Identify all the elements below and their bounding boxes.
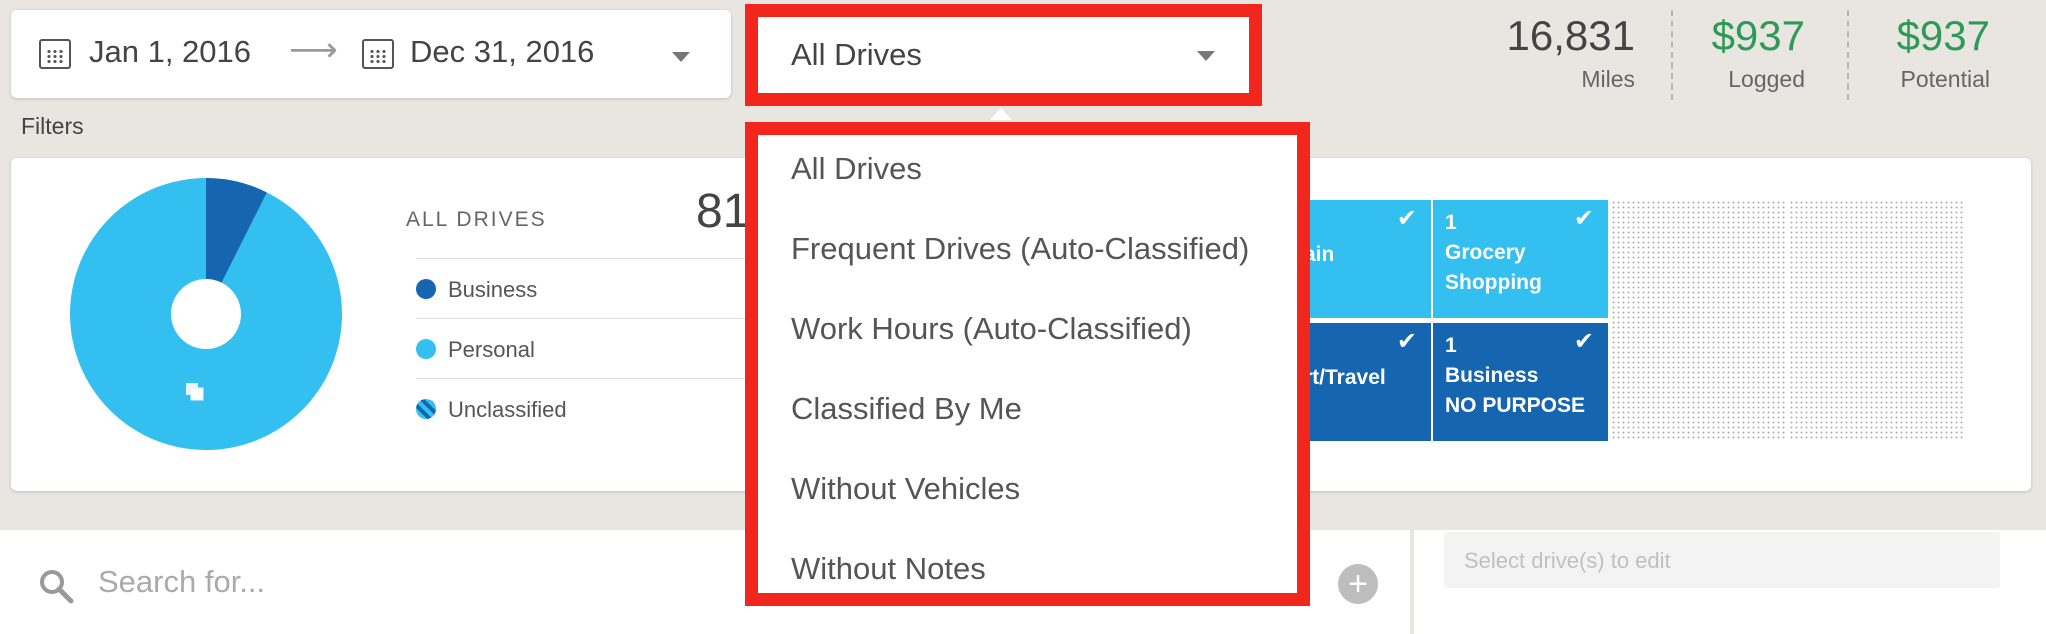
tile-label: Grocery	[1445, 241, 1526, 264]
edit-panel: Select drive(s) to edit	[1414, 530, 2046, 634]
calendar-end-icon	[362, 39, 394, 69]
menu-item-work-hours[interactable]: Work Hours (Auto-Classified)	[791, 311, 1192, 347]
empty-tile-placeholder	[1611, 200, 1786, 440]
stat-logged-label: Logged	[1728, 66, 1805, 92]
pie-hole	[171, 279, 241, 349]
tile-label: Business	[1445, 364, 1539, 387]
drive-filter-dropdown[interactable]: All Drives	[745, 4, 1262, 106]
end-date[interactable]: Dec 31, 2016	[410, 34, 594, 70]
legend-personal: Personal 74	[416, 318, 794, 379]
add-button[interactable]: +	[1338, 564, 1378, 604]
stat-potential-value: $937	[1896, 12, 1990, 59]
unclassified-dot-icon	[416, 399, 436, 419]
drive-filter-value: All Drives	[791, 37, 922, 72]
stat-miles: 16,831 Miles	[1480, 12, 1635, 93]
legend-label: Business	[448, 277, 538, 302]
legend-business: Business 6	[416, 258, 794, 319]
arrow-right-icon: ⟶	[289, 31, 338, 69]
personal-dot-icon	[416, 339, 436, 359]
start-date[interactable]: Jan 1, 2016	[89, 34, 251, 70]
menu-item-all-drives[interactable]: All Drives	[791, 151, 922, 187]
stat-miles-label: Miles	[1581, 66, 1635, 92]
menu-item-without-notes[interactable]: Without Notes	[791, 551, 986, 587]
menu-item-frequent-drives[interactable]: Frequent Drives (Auto-Classified)	[791, 231, 1249, 267]
check-icon: ✔	[1573, 205, 1594, 232]
filters-label: Filters	[21, 113, 84, 139]
menu-item-without-vehicles[interactable]: Without Vehicles	[791, 471, 1020, 507]
stat-miles-value: 16,831	[1506, 12, 1635, 59]
stat-logged-value: $937	[1711, 12, 1805, 59]
category-tile[interactable]: 1 Grocery Shopping ✔	[1433, 200, 1608, 318]
stat-divider	[1671, 10, 1673, 100]
check-icon: ✔	[1396, 328, 1417, 355]
chevron-down-icon[interactable]	[672, 52, 690, 62]
copy-icon-back	[190, 387, 204, 401]
calendar-start-icon	[39, 39, 71, 69]
check-icon: ✔	[1396, 205, 1417, 232]
search-icon	[40, 570, 74, 604]
check-icon: ✔	[1573, 328, 1594, 355]
chevron-down-icon	[1197, 51, 1215, 61]
legend-label: Unclassified	[448, 397, 567, 422]
tile-label: NO PURPOSE	[1445, 394, 1586, 417]
stat-divider	[1847, 10, 1849, 100]
category-tile[interactable]: 1 Business NO PURPOSE ✔	[1433, 323, 1608, 441]
summary-heading: ALL DRIVES	[406, 208, 547, 231]
tile-label: Shopping	[1445, 271, 1542, 294]
menu-item-classified-by-me[interactable]: Classified By Me	[791, 391, 1022, 427]
business-dot-icon	[416, 279, 436, 299]
stat-potential: $937 Potential	[1870, 12, 1990, 93]
search-input[interactable]: Search for...	[98, 564, 265, 600]
edit-drives-placeholder: Select drive(s) to edit	[1464, 548, 1671, 573]
stat-potential-label: Potential	[1900, 66, 1990, 92]
drive-filter-menu: All Drives Frequent Drives (Auto-Classif…	[745, 122, 1310, 606]
stat-logged: $937 Logged	[1690, 12, 1805, 93]
edit-drives-field[interactable]: Select drive(s) to edit	[1444, 532, 2000, 588]
date-range-picker[interactable]: Jan 1, 2016 ⟶ Dec 31, 2016	[11, 10, 731, 98]
tile-label: rt/Travel	[1304, 366, 1386, 389]
drive-pie-chart	[69, 177, 342, 450]
dropdown-pointer	[990, 108, 1012, 120]
plus-icon: +	[1348, 565, 1368, 603]
legend-label: Personal	[448, 337, 535, 362]
legend-unclassified: Unclassified 0	[416, 378, 794, 439]
empty-tile-placeholder	[1789, 200, 1964, 440]
summary-total: 81	[696, 185, 750, 238]
